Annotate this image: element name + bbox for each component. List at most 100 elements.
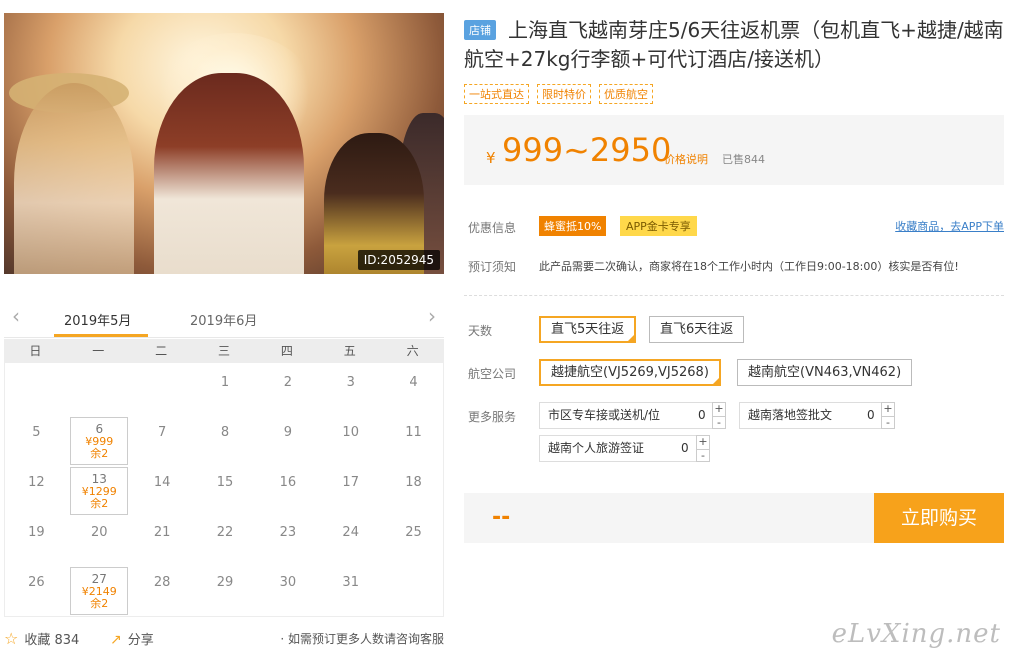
shop-badge: 店铺	[464, 20, 496, 40]
day-number: 5	[32, 425, 41, 440]
calendar-day: 2	[259, 367, 317, 415]
buy-now-button[interactable]: 立即购买	[874, 493, 1004, 543]
product-title: 上海直飞越南芽庄5/6天往返机票（包机直飞+越捷/越南航空+27kg行李额+可代…	[464, 18, 1004, 71]
calendar-day-available[interactable]: 13 ¥1299 余2	[70, 467, 129, 515]
option-6-days[interactable]: 直飞6天往返	[649, 316, 745, 343]
chevron-left-icon[interactable]: ‹	[12, 304, 20, 328]
calendar-day: 23	[259, 517, 317, 565]
calendar-day: 16	[259, 467, 317, 515]
option-vietnam-airlines[interactable]: 越南航空(VN463,VN462)	[737, 359, 913, 386]
booking-notice-label: 预订须知	[468, 260, 517, 274]
services-label: 更多服务	[468, 410, 517, 424]
calendar-day: 12	[7, 467, 65, 515]
calendar-grid: 1 2 3 4 5 6 ¥999 余2 7 8 9 10 11 12 13 ¥1299 余2 14 15 16 17 18…	[4, 363, 444, 617]
plus-button[interactable]: +	[882, 403, 894, 416]
calendar-day: 29	[196, 567, 254, 615]
chevron-right-icon[interactable]: ›	[428, 304, 436, 328]
price-panel: ¥ 999~2950 价格说明 已售844	[464, 115, 1004, 185]
day-number: 3	[346, 375, 355, 390]
calendar-day: 22	[196, 517, 254, 565]
favorite-count: 收藏 834	[24, 633, 80, 648]
day-number: 20	[91, 525, 108, 540]
day-number: 22	[216, 525, 234, 540]
purchase-bar: -- 立即购买	[464, 493, 1004, 543]
option-5-days[interactable]: 直飞5天往返	[539, 316, 637, 343]
price-explain-link[interactable]: 价格说明	[664, 151, 708, 167]
service-landing-visa: 越南落地签批文 0 + -	[739, 402, 895, 429]
calendar-day: 1	[196, 367, 254, 415]
day-number: 27	[91, 572, 107, 586]
day-number: 30	[279, 575, 297, 590]
product-tag: 优质航空	[599, 84, 653, 104]
calendar-day: 24	[322, 517, 380, 565]
price-range: 999~2950	[502, 131, 672, 169]
service-name: 越南个人旅游签证	[548, 441, 645, 455]
tab-may-2019[interactable]: 2019年5月	[64, 310, 131, 329]
group-booking-note: · 如需预订更多人数请咨询客服	[280, 632, 444, 646]
share-label: 分享	[127, 633, 154, 648]
favorite-button[interactable]: ☆ 收藏 834	[4, 629, 79, 648]
favorite-app-link[interactable]: 收藏商品，去APP下单	[895, 218, 1004, 234]
calendar-day: 7	[133, 417, 191, 465]
plus-button[interactable]: +	[697, 436, 709, 449]
star-icon: ☆	[4, 629, 19, 648]
minus-button[interactable]: -	[697, 449, 709, 462]
day-number: 13	[91, 472, 107, 486]
day-number: 21	[153, 525, 171, 540]
day-number: 9	[283, 425, 292, 440]
day-number: 15	[216, 475, 234, 490]
day-number: 12	[28, 475, 45, 490]
booking-notice-text: 此产品需要二次确认，商家将在18个工作小时内（工作日9:00-18:00）核实是…	[539, 260, 959, 273]
day-number: 23	[279, 525, 297, 540]
sold-count: 已售844	[722, 153, 765, 166]
day-number: 11	[405, 425, 422, 440]
calendar-day-available[interactable]: 6 ¥999 余2	[70, 417, 129, 465]
hero-figure-center	[154, 73, 304, 274]
plus-button[interactable]: +	[713, 403, 725, 416]
airline-label: 航空公司	[468, 367, 517, 381]
calendar-day: 8	[196, 417, 254, 465]
quantity-value[interactable]: 0	[698, 403, 706, 428]
service-tourist-visa: 越南个人旅游签证 0 + -	[539, 435, 710, 462]
weekday-label: 四	[280, 344, 293, 358]
quantity-stepper: + -	[712, 402, 726, 429]
day-stock: 余2	[90, 497, 109, 510]
image-id-badge: ID:2052945	[357, 250, 440, 270]
quantity-value[interactable]: 0	[681, 436, 689, 461]
day-number: 29	[216, 575, 234, 590]
share-icon: ↗	[110, 632, 122, 648]
promo-badge-app-gold: APP金卡专享	[620, 216, 697, 236]
minus-button[interactable]: -	[882, 416, 894, 429]
promo-badge-honey: 蜂蜜抵10%	[539, 216, 607, 236]
day-number: 4	[409, 375, 418, 390]
share-button[interactable]: ↗ 分享	[110, 629, 154, 648]
hero-figure-left	[14, 83, 134, 274]
service-name: 市区专车接或送机/位	[548, 408, 661, 422]
calendar-day-available[interactable]: 27 ¥2149 余2	[70, 567, 129, 615]
currency-symbol: ¥	[486, 149, 496, 167]
calendar-day: 20	[70, 517, 128, 565]
service-name: 越南落地签批文	[748, 408, 833, 422]
calendar-day: 3	[322, 367, 380, 415]
quantity-value[interactable]: 0	[867, 403, 875, 428]
day-stock: 余2	[90, 447, 109, 460]
weekday-label: 五	[343, 344, 356, 358]
day-number: 14	[153, 475, 171, 490]
product-hero-image: ID:2052945	[4, 13, 444, 274]
calendar-day: 14	[133, 467, 191, 515]
weekday-label: 一	[92, 344, 105, 358]
day-number: 8	[220, 425, 230, 440]
tab-june-2019[interactable]: 2019年6月	[190, 310, 257, 329]
total-price: --	[492, 505, 511, 530]
day-number: 10	[342, 425, 359, 440]
calendar-day: 9	[259, 417, 317, 465]
calendar-day: 25	[385, 517, 443, 565]
weekday-label: 六	[406, 344, 419, 358]
calendar-day: 19	[7, 517, 65, 565]
weekday-label: 二	[155, 344, 168, 358]
minus-button[interactable]: -	[713, 416, 725, 429]
option-vietjet[interactable]: 越捷航空(VJ5269,VJ5268)	[539, 359, 721, 386]
days-label: 天数	[468, 324, 493, 338]
day-number: 28	[153, 575, 171, 590]
calendar-day: 18	[385, 467, 443, 515]
